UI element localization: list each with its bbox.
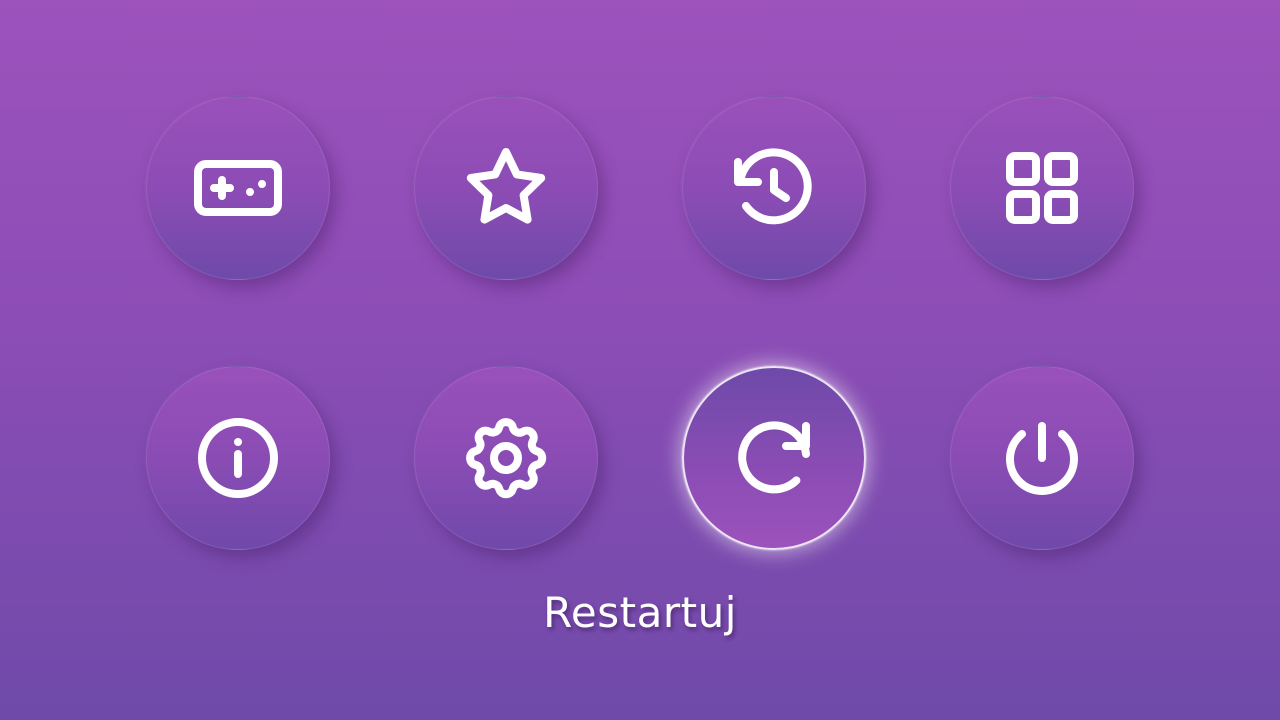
quick-menu: Restartuj: [0, 0, 1280, 720]
history-icon: [726, 140, 822, 236]
gear-icon: [458, 410, 554, 506]
grid-icon: [994, 140, 1090, 236]
settings-button[interactable]: [414, 366, 598, 550]
star-icon: [458, 140, 554, 236]
restart-icon: [726, 410, 822, 506]
history-button[interactable]: [682, 96, 866, 280]
info-button[interactable]: [146, 366, 330, 550]
apps-button[interactable]: [950, 96, 1134, 280]
restart-button[interactable]: [682, 366, 866, 550]
gamepad-icon: [190, 140, 286, 236]
selected-item-label: Restartuj: [543, 588, 737, 637]
power-icon: [994, 410, 1090, 506]
favorites-button[interactable]: [414, 96, 598, 280]
games-button[interactable]: [146, 96, 330, 280]
info-icon: [190, 410, 286, 506]
power-button[interactable]: [950, 366, 1134, 550]
